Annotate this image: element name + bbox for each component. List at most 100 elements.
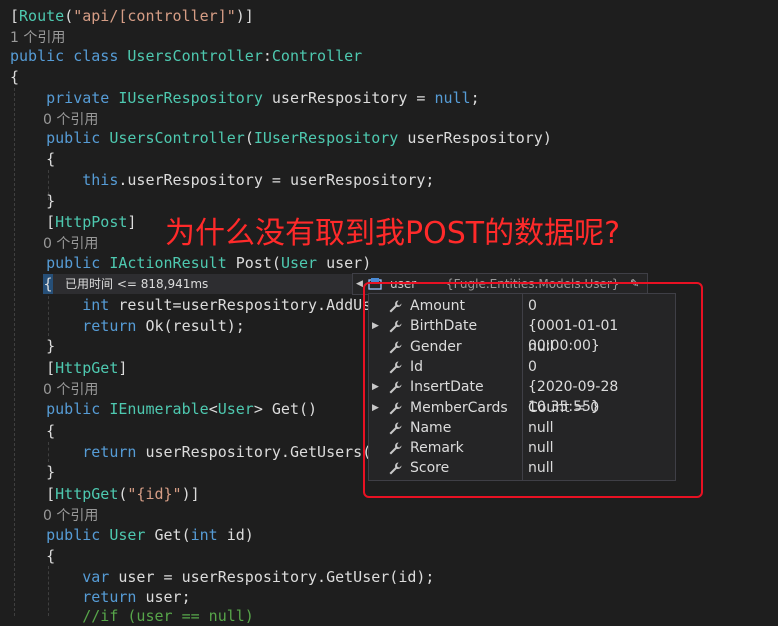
- expand-arrow-icon[interactable]: ▶: [372, 398, 379, 418]
- code-token: ;: [470, 89, 480, 107]
- property-value[interactable]: null: [528, 458, 554, 478]
- code-line: [HttpGet]: [10, 358, 127, 378]
- code-token: int: [190, 526, 227, 544]
- code-line: this.userRespository = userRespository;: [10, 170, 434, 190]
- property-value[interactable]: null: [528, 438, 554, 458]
- datatip-row[interactable]: Name null: [369, 418, 675, 438]
- property-value[interactable]: null: [528, 418, 554, 438]
- pin-icon[interactable]: ✎: [630, 274, 639, 294]
- property-name: Name: [410, 419, 452, 436]
- property-value[interactable]: 0: [528, 357, 537, 377]
- code-token: ]: [118, 359, 128, 377]
- property-value[interactable]: 0: [528, 296, 537, 316]
- property-wrench-icon: [389, 381, 402, 394]
- property-value[interactable]: null: [528, 337, 554, 357]
- code-token: )]: [235, 7, 254, 25]
- code-line: public User Get(int id): [10, 525, 254, 545]
- code-line: }: [10, 462, 55, 482]
- property-wrench-icon: [389, 402, 402, 414]
- code-token: HttpGet: [55, 485, 119, 503]
- code-token: HttpPost: [55, 213, 128, 231]
- question-annotation: 为什么没有取到我POST的数据呢?: [165, 216, 620, 251]
- code-token: return: [10, 588, 146, 606]
- code-token: Route: [19, 7, 65, 25]
- code-token: Post(: [235, 254, 281, 272]
- property-name: Remark: [410, 440, 464, 457]
- reference-count-label[interactable]: 1 个引用: [10, 30, 65, 46]
- code-token: this: [10, 171, 119, 189]
- codelens-reference-count: 0 个引用: [43, 109, 98, 129]
- code-token: userRespository): [407, 129, 552, 147]
- code-token: (: [244, 129, 254, 147]
- code-token: Controller: [271, 47, 363, 65]
- datatip-row[interactable]: Amount 0: [369, 296, 675, 316]
- reference-count-label[interactable]: 0 个引用: [43, 382, 98, 398]
- code-line: //if (user == null): [10, 606, 254, 626]
- code-token: IEnumerable: [109, 400, 209, 418]
- code-line: }: [10, 191, 55, 211]
- reference-count-label[interactable]: 0 个引用: [43, 236, 98, 252]
- code-token: {: [10, 150, 56, 168]
- code-token: private: [10, 89, 119, 107]
- code-token: result=userRespository.AddUse: [118, 296, 381, 314]
- codelens-reference-count: 0 个引用: [43, 233, 98, 253]
- datatip-row[interactable]: ▶ InsertDate {2020-09-28 10:35:55}: [369, 377, 675, 415]
- code-token: "{id}": [127, 485, 182, 503]
- object-icon: [368, 278, 382, 290]
- code-token: IUserRespository: [118, 89, 272, 107]
- reference-count-label[interactable]: 0 个引用: [43, 112, 98, 128]
- codelens-reference-count: 0 个引用: [43, 505, 98, 525]
- collapse-arrow-icon[interactable]: ◀: [356, 274, 363, 294]
- code-token: public: [10, 400, 110, 418]
- property-name: Id: [410, 358, 424, 375]
- datatip-row[interactable]: Remark null: [369, 438, 675, 458]
- code-token: public: [10, 129, 110, 147]
- code-token: UsersController: [109, 129, 245, 147]
- property-name: InsertDate: [410, 379, 484, 396]
- code-line: {: [10, 546, 55, 566]
- code-token: {: [10, 422, 56, 440]
- datatip-row[interactable]: Gender null: [369, 337, 675, 357]
- code-line: public UsersController(IUserRespository …: [10, 128, 552, 148]
- datatip-row[interactable]: Id 0: [369, 357, 675, 377]
- property-name: MemberCards: [410, 399, 508, 416]
- datatip-properties-panel[interactable]: Amount 0 ▶ BirthDate {0001-01-01 00:00:00} Ge…: [368, 293, 676, 481]
- property-name: Amount: [410, 298, 466, 314]
- code-token: user;: [145, 588, 191, 606]
- datatip-type-value: {Fugle.Entities.Models.User}: [446, 277, 620, 291]
- code-token: {: [10, 547, 56, 565]
- expand-arrow-icon[interactable]: ▶: [372, 377, 379, 397]
- code-token: id): [226, 526, 254, 544]
- datatip-row[interactable]: ▶ BirthDate {0001-01-01 00:00:00}: [369, 316, 675, 354]
- code-token: .userRespository = userRespository;: [118, 171, 435, 189]
- codelens-reference-count: 0 个引用: [43, 379, 98, 399]
- expand-arrow-icon[interactable]: ▶: [372, 316, 379, 336]
- code-line: var user = userRespository.GetUser(id);: [10, 567, 434, 587]
- property-name: BirthDate: [410, 318, 478, 335]
- code-token: return: [10, 443, 146, 461]
- datatip-row[interactable]: Score null: [369, 458, 675, 478]
- code-line: }: [10, 336, 55, 356]
- code-token: }: [10, 192, 56, 210]
- code-token: IUserRespository: [253, 129, 408, 147]
- code-token: HttpGet: [55, 359, 119, 377]
- codelens-performance-tip[interactable]: { 已用时间 <= 818,941ms: [43, 274, 353, 294]
- datatip-header[interactable]: ◀ user {Fugle.Entities.Models.User} ✎: [352, 273, 648, 295]
- property-wrench-icon: [389, 422, 402, 435]
- code-token: [: [10, 213, 56, 231]
- property-wrench-icon: [389, 361, 402, 374]
- code-token: user): [326, 254, 372, 272]
- code-line: {: [10, 421, 55, 441]
- property-value[interactable]: Count = 0: [528, 398, 599, 418]
- code-token: =: [416, 89, 435, 107]
- code-line: [HttpPost]: [10, 212, 136, 232]
- elapsed-time-label: 已用时间 <= 818,941ms: [65, 277, 209, 291]
- datatip-row[interactable]: ▶ MemberCards Count = 0: [369, 398, 675, 418]
- code-token: userRespository.GetUsers(): [145, 443, 381, 461]
- property-name: Gender: [410, 338, 462, 355]
- code-line: {: [10, 149, 55, 169]
- code-line: [Route("api/[controller]")]: [10, 6, 254, 26]
- code-token: )]: [181, 485, 200, 503]
- code-line: public IEnumerable<User> Get(): [10, 399, 317, 419]
- reference-count-label[interactable]: 0 个引用: [43, 508, 98, 524]
